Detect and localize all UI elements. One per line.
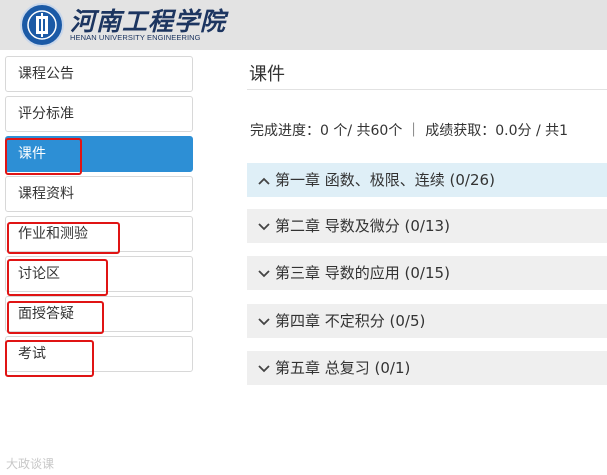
chevron-down-icon xyxy=(257,269,271,279)
sidebar-item-homework-quizzes[interactable]: 作业和测验 xyxy=(5,216,193,252)
chapter-2-row[interactable]: 第二章 导数及微分 (0/13) xyxy=(247,209,607,243)
sidebar-item-course-materials[interactable]: 课程资料 xyxy=(5,176,193,212)
sidebar-item-grading-criteria[interactable]: 评分标准 xyxy=(5,96,193,132)
chapter-5-label: 第五章 总复习 (0/1) xyxy=(275,359,411,377)
chapter-1-label: 第一章 函数、极限、连续 (0/26) xyxy=(275,171,495,189)
chapter-5-row[interactable]: 第五章 总复习 (0/1) xyxy=(247,351,607,385)
chevron-down-icon xyxy=(257,222,271,232)
sidebar-item-exam[interactable]: 考试 xyxy=(5,336,193,372)
progress-summary: 完成进度：0 个/ 共60个 ｜ 成绩获取：0.0分 / 共1 xyxy=(250,123,569,139)
sidebar-item-announcements[interactable]: 课程公告 xyxy=(5,56,193,92)
site-header: 河南工程学院 HENAN UNIVERSITY ENGINEERING xyxy=(0,0,607,50)
chapter-4-label: 第四章 不定积分 (0/5) xyxy=(275,312,426,330)
sidebar-item-discussion[interactable]: 讨论区 xyxy=(5,256,193,292)
chevron-down-icon xyxy=(257,364,271,374)
title-divider xyxy=(247,89,607,90)
chevron-down-icon xyxy=(257,317,271,327)
chapter-4-row[interactable]: 第四章 不定积分 (0/5) xyxy=(247,304,607,338)
chevron-up-icon xyxy=(257,176,271,186)
chapter-2-label: 第二章 导数及微分 (0/13) xyxy=(275,217,450,235)
sidebar-item-courseware[interactable]: 课件 xyxy=(5,136,193,172)
sidebar-item-face-to-face-qa[interactable]: 面授答疑 xyxy=(5,296,193,332)
chapter-3-row[interactable]: 第三章 导数的应用 (0/15) xyxy=(247,256,607,290)
chapter-3-label: 第三章 导数的应用 (0/15) xyxy=(275,264,450,282)
chapter-1-row[interactable]: 第一章 函数、极限、连续 (0/26) xyxy=(247,163,607,197)
page-title: 课件 xyxy=(249,64,285,85)
school-name-english: HENAN UNIVERSITY ENGINEERING xyxy=(70,33,201,42)
watermark: 大政谈课 xyxy=(6,457,55,471)
university-logo-icon[interactable] xyxy=(20,3,64,47)
